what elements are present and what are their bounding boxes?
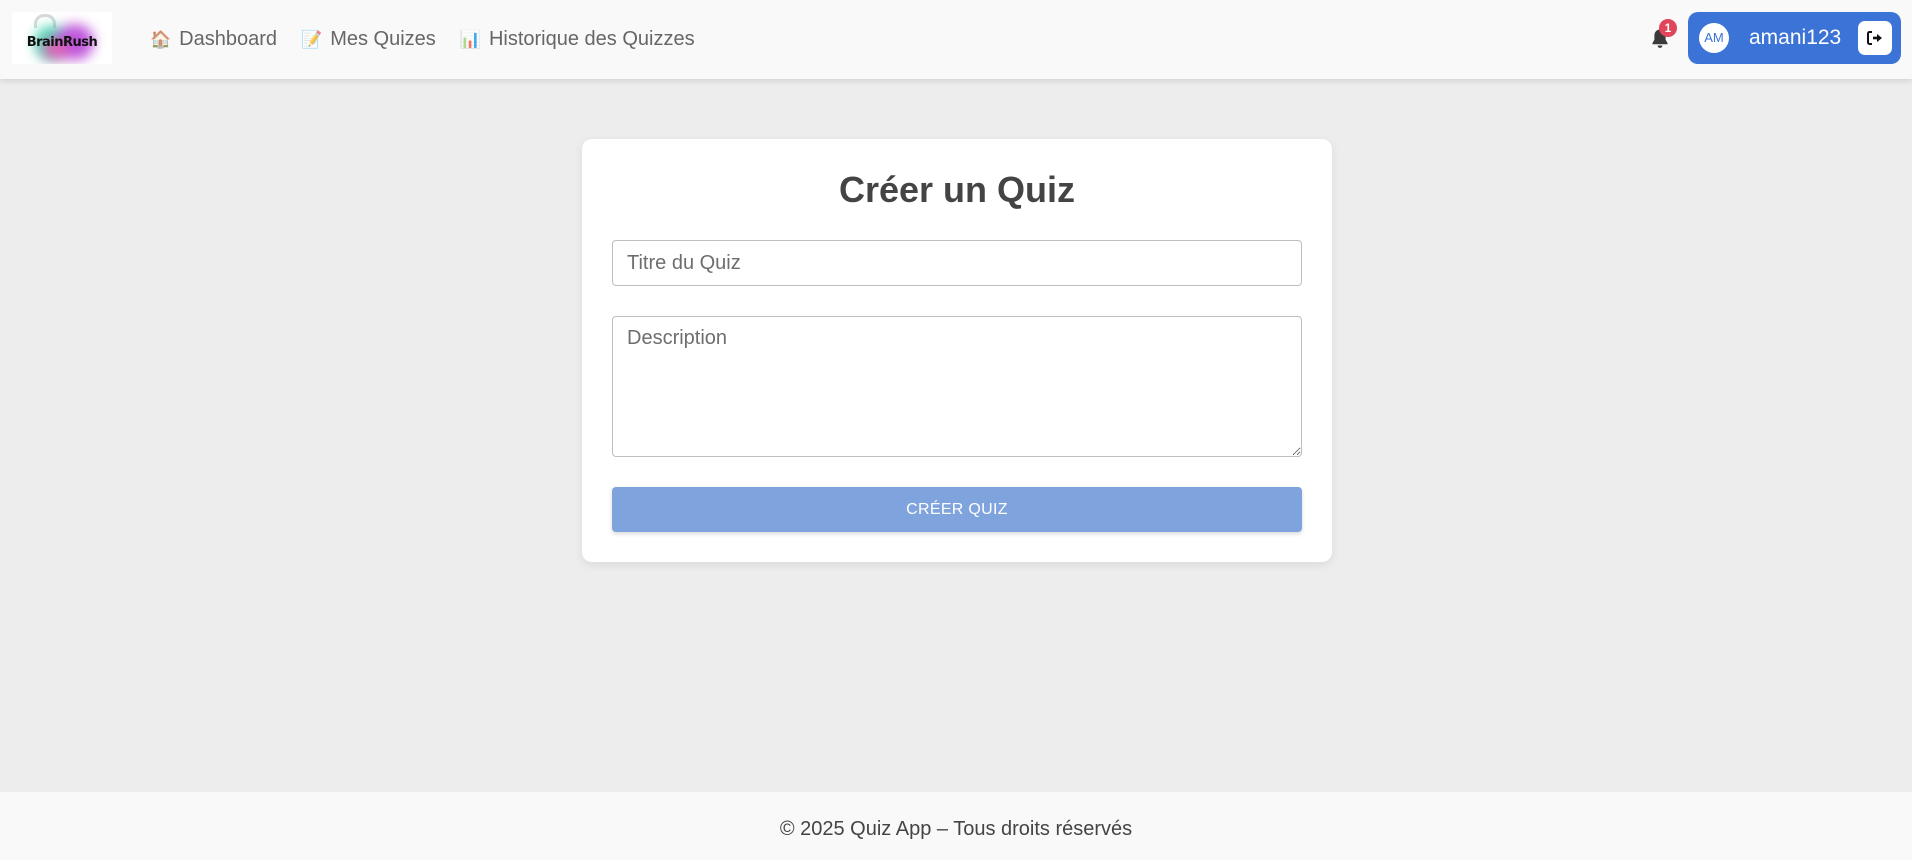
page-title: Créer un Quiz [838,169,1076,210]
nav-link-historique[interactable]: 📊 Historique des Quizzes [460,28,695,51]
quiz-description-textarea[interactable] [612,316,1302,457]
nav-link-dashboard[interactable]: 🏠 Dashboard [150,28,277,51]
notifications-button[interactable]: 1 [1648,19,1677,51]
memo-icon: 📝 [301,29,323,49]
brainrush-logo[interactable]: BrainRush [12,12,112,64]
top-navbar: BrainRush 🏠 Dashboard 📝 Mes Quizes 📊 His… [0,0,1912,79]
username-label: amani123 [1749,26,1842,49]
notification-count-badge: 1 [1659,19,1677,37]
avatar: AM [1699,23,1729,53]
user-menu[interactable]: AM amani123 [1688,12,1901,64]
nav-link-mes-quizes[interactable]: 📝 Mes Quizes [301,28,436,51]
logout-button[interactable] [1858,21,1892,55]
create-quiz-button[interactable]: CRÉER QUIZ [612,487,1302,532]
sign-out-icon [1867,31,1882,45]
nav-link-label: Mes Quizes [330,28,436,50]
logo-text: BrainRush [26,35,98,50]
house-icon: 🏠 [150,29,172,49]
bar-chart-icon: 📊 [459,29,481,49]
nav-link-label: Historique des Quizzes [488,28,695,50]
quiz-title-input[interactable] [612,240,1302,286]
footer-copyright: © 2025 Quiz App – Tous droits réservés [779,818,1133,840]
create-quiz-card: Créer un Quiz CRÉER QUIZ [582,139,1332,562]
main-nav: 🏠 Dashboard 📝 Mes Quizes 📊 Historique de… [150,0,695,79]
footer: © 2025 Quiz App – Tous droits réservés [0,792,1912,860]
nav-link-label: Dashboard [179,28,278,50]
